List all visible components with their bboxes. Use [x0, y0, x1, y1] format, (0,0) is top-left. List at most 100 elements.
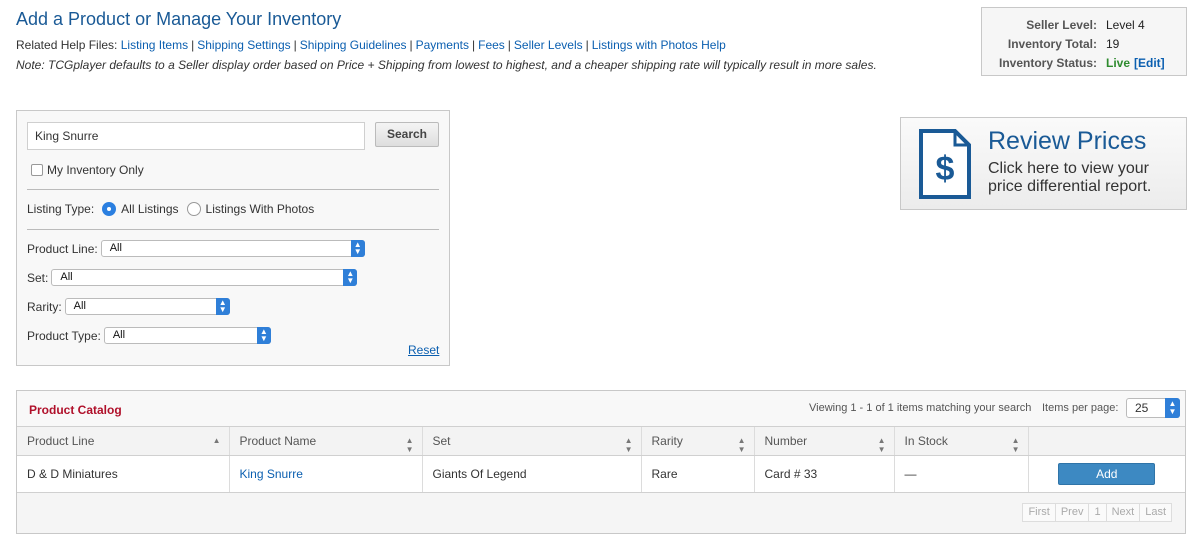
listing-type-group: Listing Type: All Listings Listings With… [27, 202, 314, 216]
help-link-shipping-settings[interactable]: Shipping Settings [197, 38, 290, 52]
product-line-label: Product Line: [27, 241, 98, 256]
related-help-files: Related Help Files: Listing Items | Shippi… [16, 38, 726, 52]
rarity-label: Rarity: [27, 299, 62, 314]
rarity-select[interactable]: All ▲ ▼ [64, 298, 230, 315]
sort-asc-icon: ▲ [212, 436, 221, 445]
add-button[interactable]: Add [1058, 462, 1156, 485]
select-arrows-icon: ▲ ▼ [1165, 398, 1180, 418]
svg-text:$: $ [936, 150, 955, 188]
review-prices-banner[interactable]: $ Review Prices Click here to view your … [900, 117, 1187, 210]
column-number[interactable]: Number ▲ ▼ [754, 427, 895, 456]
product-name-link[interactable]: King Snurre [240, 467, 303, 481]
dollar-document-icon: $ [919, 129, 971, 199]
catalog-title: Product Catalog [29, 403, 122, 417]
column-product-line[interactable]: Product Line ▲ [17, 427, 230, 456]
listing-option-all[interactable]: All Listings [102, 202, 179, 216]
catalog-header: Product Catalog Viewing 1 - 1 of 1 items… [17, 391, 1185, 427]
divider [27, 229, 439, 230]
filter-rarity: Rarity: All ▲ ▼ [27, 298, 230, 315]
product-type-select[interactable]: All ▲ ▼ [103, 327, 271, 344]
sort-icon: ▲ ▼ [624, 436, 633, 454]
my-inventory-checkbox[interactable] [31, 164, 43, 176]
search-button[interactable]: Search [375, 122, 439, 147]
cell-number: Card # 33 [754, 455, 895, 493]
cell-action: Add [1028, 455, 1185, 493]
product-catalog: Product Catalog Viewing 1 - 1 of 1 items… [16, 390, 1186, 534]
page-title: Add a Product or Manage Your Inventory [16, 9, 342, 29]
inventory-total-value: 19 [1106, 36, 1120, 51]
listing-option-photos[interactable]: Listings With Photos [186, 202, 315, 216]
my-inventory-label: My Inventory Only [47, 163, 144, 177]
inventory-total-row: Inventory Total: 19 [990, 34, 1178, 53]
table-header-row: Product Line ▲ Product Name ▲ ▼ Set ▲ ▼ Rarit… [17, 427, 1185, 456]
select-arrows-icon: ▲ ▼ [256, 327, 271, 344]
sort-icon: ▲ ▼ [877, 436, 886, 454]
seller-level-value: Level 4 [1106, 17, 1145, 32]
select-arrows-icon: ▲ ▼ [343, 269, 358, 286]
pagination: First Prev 1 Next Last [1022, 503, 1172, 522]
inventory-status-label: Inventory Status: [998, 55, 1097, 70]
column-set[interactable]: Set ▲ ▼ [422, 427, 642, 456]
listing-option-photos-label: Listings With Photos [205, 202, 315, 216]
inventory-status-row: Inventory Status: Live [Edit] [990, 53, 1178, 72]
items-per-page-select[interactable]: 25 ▲ ▼ [1126, 398, 1180, 418]
radio-listings-with-photos[interactable] [186, 202, 201, 216]
rarity-value: All [73, 300, 86, 312]
help-link-listing-items[interactable]: Listing Items [121, 38, 188, 52]
inventory-total-label: Inventory Total: [1007, 36, 1097, 51]
radio-all-listings[interactable] [102, 202, 117, 216]
product-type-value: All [112, 329, 126, 341]
items-per-page-value: 25 [1135, 401, 1149, 415]
divider [27, 189, 439, 190]
pager-prev[interactable]: Prev [1054, 503, 1090, 522]
help-link-seller-levels[interactable]: Seller Levels [514, 38, 583, 52]
help-link-listings-with-photos[interactable]: Listings with Photos Help [592, 38, 726, 52]
review-prices-title: Review Prices [988, 127, 1147, 155]
cell-in-stock: — [894, 455, 1029, 493]
column-in-stock[interactable]: In Stock ▲ ▼ [894, 427, 1029, 456]
cell-set: Giants Of Legend [422, 455, 642, 493]
help-label: Related Help Files: [16, 38, 118, 52]
catalog-table: Product Line ▲ Product Name ▲ ▼ Set ▲ ▼ Rarit… [17, 427, 1185, 493]
search-panel: Search My Inventory Only Listing Type: A… [16, 110, 450, 366]
cell-product-line: D & D Miniatures [17, 455, 230, 493]
listing-option-all-label: All Listings [121, 202, 179, 216]
help-link-payments[interactable]: Payments [416, 38, 469, 52]
set-value: All [60, 271, 73, 283]
sort-icon: ▲ ▼ [1011, 436, 1020, 454]
edit-status-link[interactable]: [Edit] [1134, 56, 1165, 70]
search-input[interactable] [27, 122, 365, 150]
set-select[interactable]: All ▲ ▼ [51, 269, 358, 286]
seller-level-row: Seller Level: Level 4 [990, 15, 1178, 34]
table-row: D & D Miniatures King Snurre Giants Of L… [17, 455, 1185, 493]
column-rarity[interactable]: Rarity ▲ ▼ [641, 427, 755, 456]
pager-page-1[interactable]: 1 [1088, 503, 1107, 522]
listing-type-label: Listing Type: [27, 202, 95, 216]
filter-set: Set: All ▲ ▼ [27, 269, 358, 286]
seller-info-box: Seller Level: Level 4 Inventory Total: 1… [981, 7, 1187, 76]
my-inventory-only-option[interactable]: My Inventory Only [31, 163, 144, 177]
pager-next[interactable]: Next [1105, 503, 1141, 522]
cell-product-name: King Snurre [229, 455, 423, 493]
reset-link[interactable]: Reset [408, 343, 439, 357]
help-link-fees[interactable]: Fees [478, 38, 505, 52]
review-prices-subtitle: Click here to view your price differenti… [988, 160, 1152, 195]
filter-product-type: Product Type: All ▲ ▼ [27, 327, 271, 344]
help-link-shipping-guidelines[interactable]: Shipping Guidelines [300, 38, 407, 52]
viewing-count: Viewing 1 - 1 of 1 items matching your s… [809, 402, 1032, 414]
pager-last[interactable]: Last [1139, 503, 1172, 522]
cell-rarity: Rare [641, 455, 755, 493]
product-type-label: Product Type: [27, 328, 101, 343]
product-line-value: All [109, 242, 122, 254]
inventory-status-value: Live [1106, 55, 1131, 70]
items-per-page-label: Items per page: [1042, 402, 1119, 414]
seller-level-label: Seller Level: [1026, 17, 1097, 32]
pager-first[interactable]: First [1022, 503, 1056, 522]
product-line-select[interactable]: All ▲ ▼ [100, 240, 365, 257]
select-arrows-icon: ▲ ▼ [215, 298, 230, 315]
column-product-name[interactable]: Product Name ▲ ▼ [229, 427, 423, 456]
select-arrows-icon: ▲ ▼ [350, 240, 365, 257]
sort-icon: ▲ ▼ [405, 436, 414, 454]
column-action [1028, 427, 1185, 456]
filter-product-line: Product Line: All ▲ ▼ [27, 240, 365, 257]
